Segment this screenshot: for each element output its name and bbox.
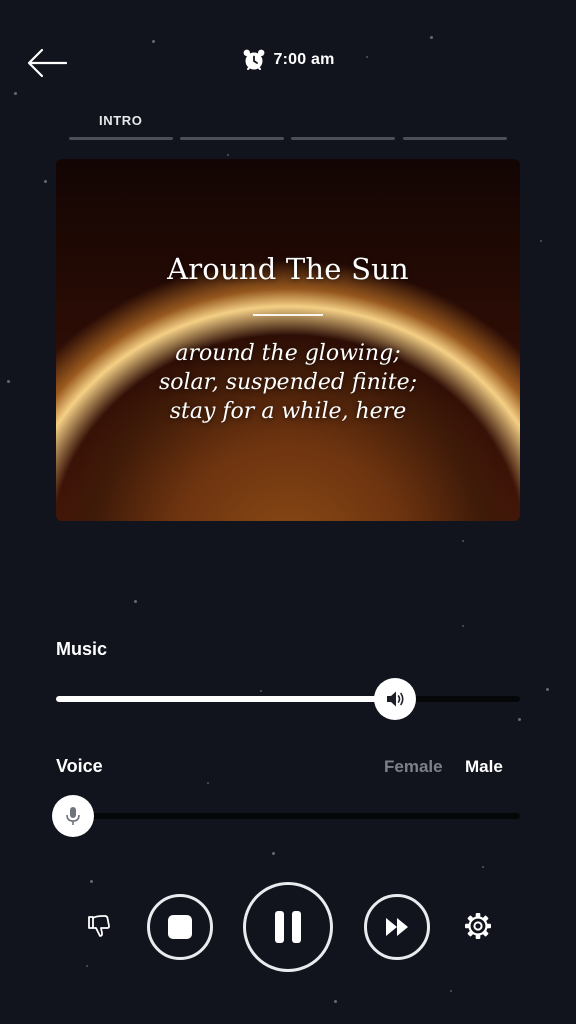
progress-segment [180, 137, 284, 140]
pause-button[interactable] [243, 882, 333, 972]
alarm-clock-icon [243, 49, 264, 70]
session-title: Around The Sun [167, 252, 409, 286]
speaker-icon [386, 691, 404, 707]
progress-segment [291, 137, 395, 140]
voice-option-male[interactable]: Male [465, 757, 503, 777]
voice-volume-slider[interactable] [56, 813, 520, 819]
session-progress: INTRO [69, 108, 507, 144]
pause-icon [275, 911, 301, 943]
gear-icon [465, 913, 491, 939]
stop-icon [168, 915, 192, 939]
poem-line: stay for a while, here [169, 399, 407, 424]
microphone-icon [66, 807, 80, 825]
stop-button[interactable] [147, 894, 213, 960]
progress-segment [69, 137, 173, 140]
voice-volume-handle[interactable] [52, 795, 94, 837]
music-label: Music [56, 639, 108, 659]
alarm-indicator: 7:00 am [0, 48, 576, 72]
progress-segment-label: INTRO [99, 113, 143, 128]
voice-label: Voice [56, 756, 103, 776]
dislike-button[interactable] [80, 908, 116, 944]
poem-line: around the glowing; [175, 341, 401, 366]
voice-option-female[interactable]: Female [384, 757, 443, 777]
music-volume-slider[interactable] [56, 696, 520, 702]
fast-forward-icon [386, 918, 408, 936]
progress-segment [403, 137, 507, 140]
title-divider [253, 314, 323, 316]
music-volume-fill [56, 696, 395, 702]
session-artwork-card: Around The Sun around the glowing; solar… [56, 159, 520, 521]
thumbs-down-icon [88, 915, 110, 937]
skip-forward-button[interactable] [364, 894, 430, 960]
alarm-time: 7:00 am [273, 51, 335, 68]
poem-line: solar, suspended finite; [158, 370, 418, 395]
music-volume-handle[interactable] [373, 678, 416, 720]
settings-button[interactable] [460, 908, 496, 944]
session-poem: around the glowing; solar, suspended fin… [56, 339, 520, 426]
